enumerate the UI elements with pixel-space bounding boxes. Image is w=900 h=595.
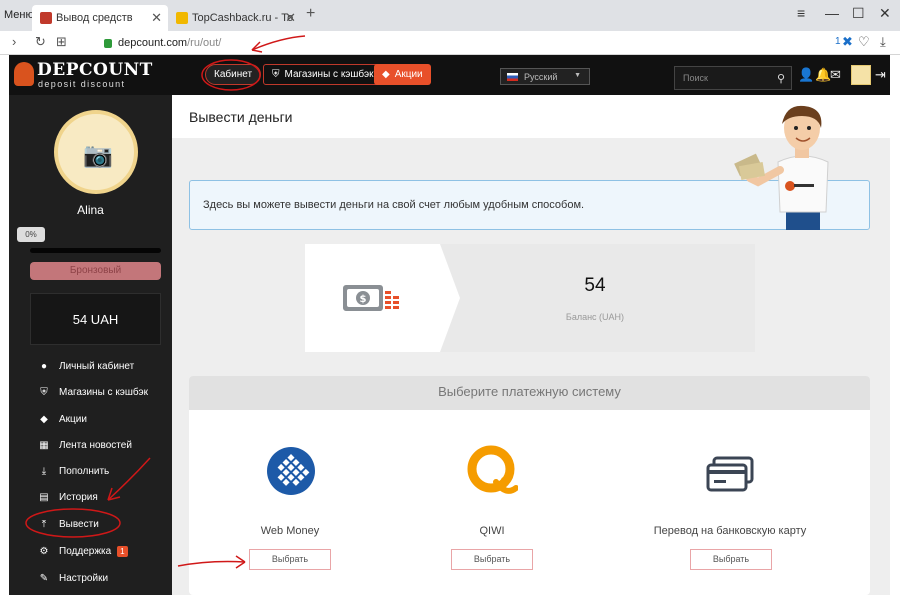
annotation-layer bbox=[25, 35, 306, 569]
